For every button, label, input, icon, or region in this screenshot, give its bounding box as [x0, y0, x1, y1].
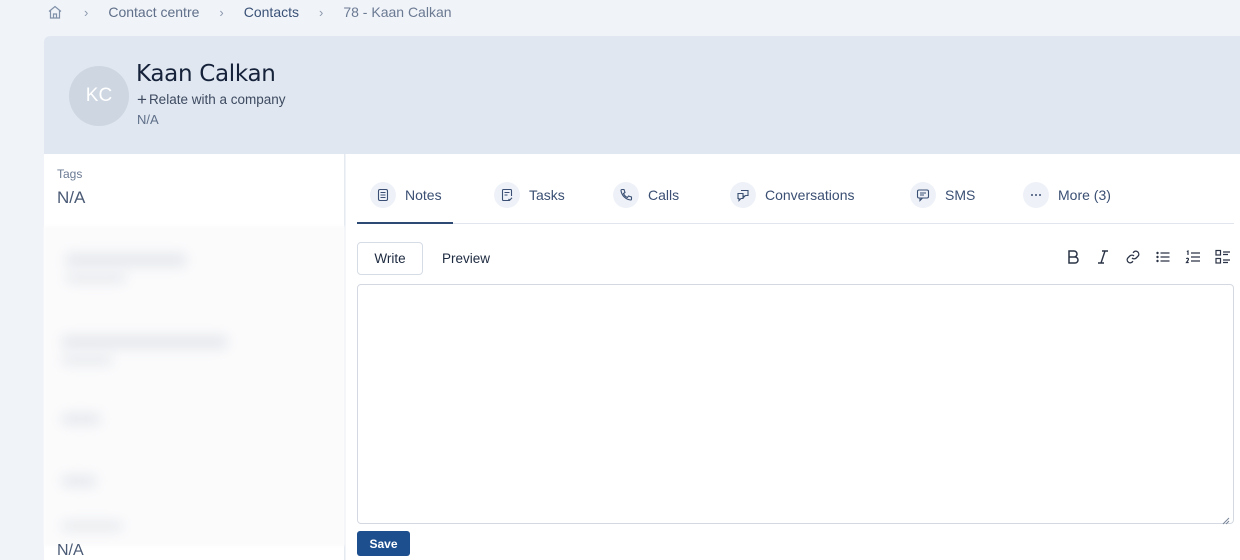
blurred-line: [62, 476, 96, 486]
tasks-icon: [494, 182, 520, 208]
tab-conversations[interactable]: Conversations: [730, 181, 855, 209]
contact-header: KC Kaan Calkan + Relate with a company N…: [44, 36, 1240, 154]
plus-icon: +: [137, 90, 147, 109]
tab-tasks[interactable]: Tasks: [494, 181, 565, 209]
formatting-toolbar: [1064, 247, 1232, 267]
task-list-icon[interactable]: [1214, 247, 1232, 267]
breadcrumb: › Contact centre › Contacts › 78 - Kaan …: [46, 0, 452, 24]
activity-tabs: Notes Tasks Calls Conversations SMS More…: [357, 154, 1234, 224]
tab-sms[interactable]: SMS: [910, 181, 975, 209]
save-button[interactable]: Save: [357, 531, 410, 556]
ellipsis-icon: [1023, 182, 1049, 208]
preview-tab-button[interactable]: Preview: [442, 242, 490, 275]
tab-label: Conversations: [765, 187, 855, 203]
tags-label: Tags: [57, 167, 83, 181]
blurred-line: [66, 254, 186, 266]
main-panel: Notes Tasks Calls Conversations SMS More…: [346, 154, 1240, 560]
write-tab-button[interactable]: Write: [357, 242, 423, 275]
chevron-right-icon: ›: [84, 4, 89, 20]
chevron-right-icon: ›: [219, 4, 224, 20]
avatar: KC: [69, 66, 129, 126]
tags-value: N/A: [57, 188, 86, 207]
chat-icon: [730, 182, 756, 208]
blurred-line: [62, 414, 100, 424]
blurred-details: [44, 226, 345, 546]
tab-more[interactable]: More (3): [1023, 181, 1111, 209]
tab-calls[interactable]: Calls: [613, 181, 679, 209]
numbered-list-icon[interactable]: [1184, 247, 1202, 267]
tab-label: Tasks: [529, 187, 565, 203]
tab-label: SMS: [945, 187, 976, 203]
sidebar: Tags N/A N/A: [44, 154, 345, 560]
breadcrumb-contacts[interactable]: Contacts: [244, 4, 299, 20]
blurred-line: [62, 522, 122, 530]
blurred-line: [66, 274, 126, 282]
bold-icon[interactable]: [1064, 247, 1082, 267]
resize-handle-icon[interactable]: [1222, 512, 1230, 525]
tab-label: Calls: [648, 187, 680, 203]
breadcrumb-current: 78 - Kaan Calkan: [343, 4, 452, 20]
relate-company-link[interactable]: + Relate with a company: [137, 91, 286, 108]
tab-label: More (3): [1058, 187, 1111, 203]
note-editor[interactable]: [357, 284, 1234, 525]
relate-company-label: Relate with a company: [148, 92, 286, 107]
blurred-line: [62, 356, 112, 364]
link-icon[interactable]: [1124, 247, 1142, 267]
sms-icon: [910, 182, 936, 208]
company-value: N/A: [137, 112, 159, 127]
tab-notes[interactable]: Notes: [357, 181, 453, 224]
blurred-line: [62, 336, 227, 348]
breadcrumb-contact-centre[interactable]: Contact centre: [108, 4, 199, 20]
field-value: N/A: [57, 542, 84, 559]
contact-name: Kaan Calkan: [136, 61, 276, 87]
phone-icon: [613, 182, 639, 208]
italic-icon[interactable]: [1094, 247, 1112, 267]
chevron-right-icon: ›: [319, 4, 324, 20]
notes-icon: [370, 182, 396, 208]
bullet-list-icon[interactable]: [1154, 247, 1172, 267]
home-icon[interactable]: [46, 3, 64, 21]
tab-label: Notes: [405, 187, 442, 203]
